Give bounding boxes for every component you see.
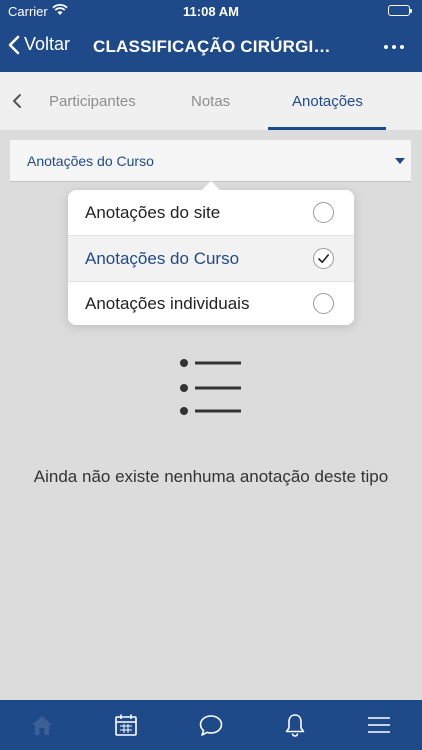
page-title: CLASSIFICAÇÃO CIRÚRGIC... — [93, 37, 338, 56]
menu-icon[interactable] — [367, 713, 391, 742]
option-individual-notes[interactable]: Anotações individuais — [68, 281, 354, 325]
tabs-scroll-left-button[interactable] — [12, 93, 22, 114]
home-icon[interactable] — [30, 713, 54, 742]
checkmark-icon — [318, 254, 329, 263]
notes-type-popover: Anotações do site Anotações do Curso Ano… — [68, 181, 354, 325]
back-label: Voltar — [24, 34, 71, 54]
chat-icon[interactable] — [198, 713, 224, 742]
more-dot-icon — [392, 45, 396, 49]
radio-unchecked-icon — [313, 293, 334, 314]
option-course-notes[interactable]: Anotações do Curso — [68, 236, 354, 281]
tab-participantes[interactable]: Participantes — [49, 93, 136, 110]
tab-notas[interactable]: Notas — [191, 93, 230, 110]
bottom-navigation — [0, 700, 422, 750]
radio-unchecked-icon — [313, 202, 334, 223]
calendar-icon[interactable] — [114, 713, 138, 742]
status-bar: Carrier 11:08 AM — [0, 0, 422, 22]
radio-checked-icon — [313, 248, 334, 269]
empty-state-message: Ainda não existe nenhuma anotação deste … — [33, 467, 389, 486]
select-value: Anotações do Curso — [27, 153, 154, 169]
clock: 11:08 AM — [183, 4, 239, 19]
popover-arrow — [202, 181, 220, 190]
tab-bar: Participantes Notas Anotações — [0, 72, 422, 130]
chevron-left-icon — [13, 94, 21, 108]
option-label: Anotações do Curso — [85, 249, 240, 268]
chevron-left-icon — [8, 35, 20, 54]
option-site-notes[interactable]: Anotações do site — [68, 190, 354, 235]
list-icon — [179, 358, 243, 421]
more-dot-icon — [384, 45, 388, 49]
active-tab-indicator — [268, 127, 386, 130]
tab-anotacoes[interactable]: Anotações — [292, 93, 363, 110]
more-options-button[interactable] — [384, 45, 404, 49]
notes-type-select[interactable]: Anotações do Curso — [10, 140, 411, 182]
dropdown-caret-icon — [395, 158, 405, 164]
more-dot-icon — [400, 45, 404, 49]
option-label: Anotações do site — [85, 203, 221, 222]
battery-icon — [388, 5, 412, 16]
option-label: Anotações individuais — [85, 294, 250, 313]
bell-icon[interactable] — [284, 713, 306, 742]
navigation-bar: Voltar CLASSIFICAÇÃO CIRÚRGIC... — [0, 22, 422, 72]
back-button[interactable]: Voltar — [8, 34, 70, 55]
